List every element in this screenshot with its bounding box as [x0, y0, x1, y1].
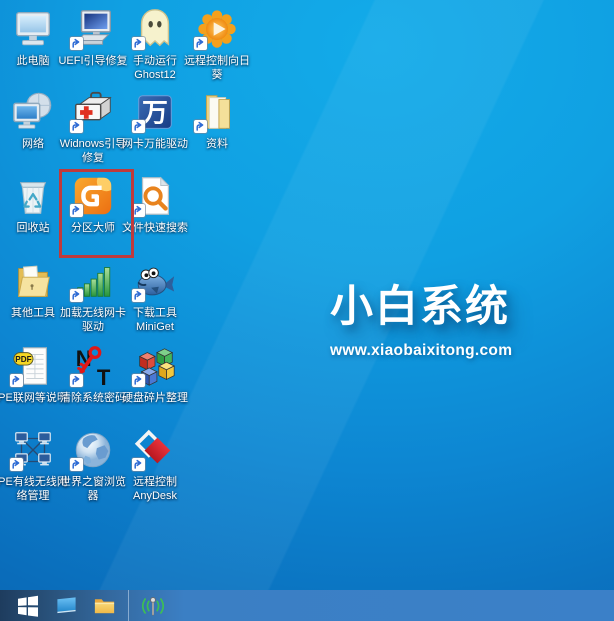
desktop-icon-recycle-bin[interactable]: 回收站: [2, 173, 64, 235]
taskbar: [0, 590, 614, 621]
uefi-repair-icon: [70, 6, 116, 52]
network-manager-icon: [10, 427, 56, 473]
desktop-icon-partition-master[interactable]: 分区大师: [62, 173, 124, 235]
desktop-icon-pdf-doc[interactable]: PDFPE联网等说明: [2, 343, 64, 405]
desktop-icon-this-pc[interactable]: 此电脑: [2, 6, 64, 68]
svg-text:万: 万: [142, 100, 168, 128]
desktop-icon-label: 远程控制AnyDesk: [118, 475, 192, 504]
nic-driver-icon: 万: [132, 89, 178, 135]
shortcut-arrow-icon: [70, 374, 83, 387]
desktop-icon-anydesk[interactable]: 远程控制AnyDesk: [124, 427, 186, 504]
desktop-icon-folder-open[interactable]: 其他工具: [2, 258, 64, 320]
shortcut-arrow-icon: [70, 458, 83, 471]
repair-toolbox-icon: [70, 89, 116, 135]
network-icon: [10, 89, 56, 135]
shortcut-arrow-icon: [194, 37, 207, 50]
file-search-icon: [132, 173, 178, 219]
shortcut-arrow-icon: [70, 37, 83, 50]
svg-text:T: T: [97, 365, 111, 389]
nt-password-key-icon: N T: [70, 343, 116, 389]
desktop-icon-file-search[interactable]: 文件快速搜索: [124, 173, 186, 235]
desktop-icon-label: 资料: [180, 137, 254, 151]
pdf-doc-icon: PDF: [10, 343, 56, 389]
folder-upright-icon: [194, 89, 240, 135]
desktop-monitor-icon: [55, 594, 78, 617]
file-explorer-button[interactable]: [85, 590, 123, 621]
desktop-icon-label: 文件快速搜索: [118, 221, 192, 235]
wifi-signal-icon: [70, 258, 116, 304]
shortcut-arrow-icon: [70, 120, 83, 133]
desktop-icon-network-manager[interactable]: PE有线无线网络管理: [2, 427, 64, 504]
taskbar-separator: [128, 590, 129, 621]
sunflower-remote-icon: [194, 6, 240, 52]
desktop-icon-uefi-repair[interactable]: UEFI引导修复: [62, 6, 124, 68]
shortcut-arrow-icon: [132, 374, 145, 387]
wireless-antenna-icon: [140, 593, 166, 619]
brand-title: 小白系统: [330, 272, 512, 334]
desktop-icon-network[interactable]: 网络: [2, 89, 64, 151]
globe-browser-icon: [70, 427, 116, 473]
shortcut-arrow-icon: [70, 204, 83, 217]
folder-open-icon: [10, 258, 56, 304]
this-pc-icon: [10, 6, 56, 52]
shortcut-arrow-icon: [10, 458, 23, 471]
partition-master-icon: [70, 173, 116, 219]
shortcut-arrow-icon: [10, 374, 23, 387]
anydesk-icon: [132, 427, 178, 473]
defrag-cubes-icon: [132, 343, 178, 389]
shortcut-arrow-icon: [132, 37, 145, 50]
wireless-network-button[interactable]: [134, 590, 172, 621]
brand-url: www.xiaobaixitong.com: [330, 342, 512, 360]
desktop-icon-nt-password-key[interactable]: N T 清除系统密码: [62, 343, 124, 405]
shortcut-arrow-icon: [70, 289, 83, 302]
desktop-icon-folder-upright[interactable]: 资料: [186, 89, 248, 151]
windows-logo-icon: [16, 594, 40, 618]
desktop-icon-defrag-cubes[interactable]: 硬盘碎片整理: [124, 343, 186, 405]
shortcut-arrow-icon: [194, 120, 207, 133]
ghost-icon: [132, 6, 178, 52]
desktop-icon-fish-downloader[interactable]: 下载工具MiniGet: [124, 258, 186, 335]
desktop-icon-globe-browser[interactable]: 世界之窗浏览器: [62, 427, 124, 504]
shortcut-arrow-icon: [132, 289, 145, 302]
desktop-icon-label: 硬盘碎片整理: [118, 391, 192, 405]
recycle-bin-icon: [10, 173, 56, 219]
start-button[interactable]: [9, 590, 47, 621]
fish-downloader-icon: [132, 258, 178, 304]
shortcut-arrow-icon: [132, 458, 145, 471]
desktop-background[interactable]: 此电脑 UEFI引导修复 手动运行Ghost12 远程控制向日葵 网络 Widn…: [0, 0, 614, 590]
folder-icon: [93, 594, 116, 617]
desktop-icon-label: 下载工具MiniGet: [118, 306, 192, 335]
shortcut-arrow-icon: [132, 120, 145, 133]
desktop-icon-sunflower-remote[interactable]: 远程控制向日葵: [186, 6, 248, 83]
desktop-icon-wifi-signal[interactable]: 加载无线网卡驱动: [62, 258, 124, 335]
shortcut-arrow-icon: [132, 204, 145, 217]
show-desktop-button[interactable]: [47, 590, 85, 621]
desktop-icon-label: 远程控制向日葵: [180, 54, 254, 83]
desktop-icon-repair-toolbox[interactable]: Widnows引导修复: [62, 89, 124, 166]
desktop-icon-nic-driver[interactable]: 万网卡万能驱动: [124, 89, 186, 151]
svg-text:PDF: PDF: [15, 355, 31, 364]
desktop-icon-ghost[interactable]: 手动运行Ghost12: [124, 6, 186, 83]
brand-watermark: 小白系统 www.xiaobaixitong.com: [330, 272, 512, 360]
